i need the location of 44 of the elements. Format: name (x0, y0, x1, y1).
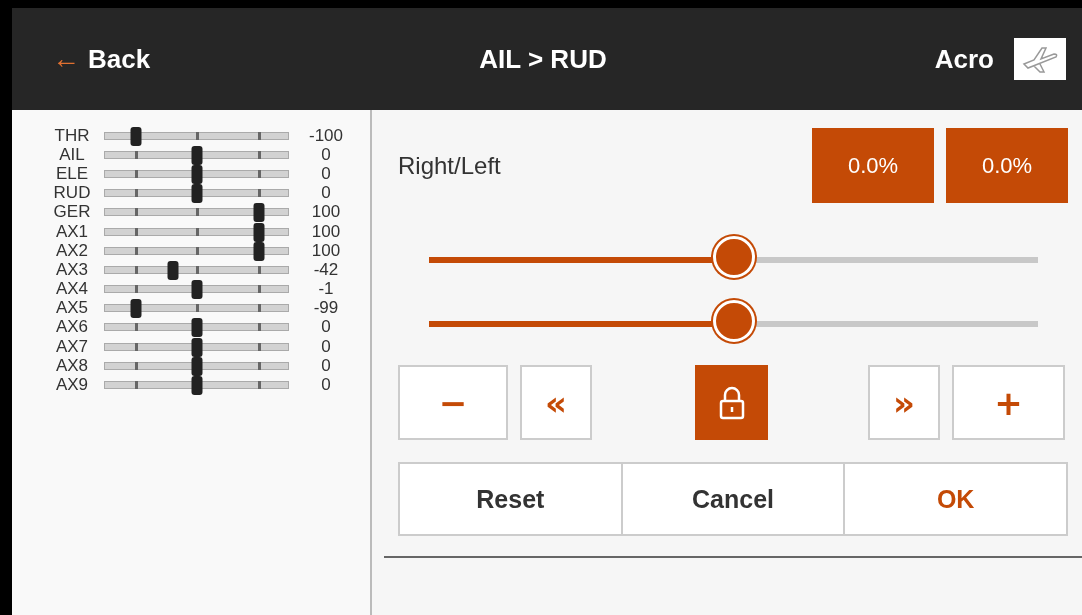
lock-icon (718, 385, 745, 420)
channel-name: AX5 (54, 298, 90, 319)
channel-value: 100 (310, 240, 342, 261)
channel-value: 0 (320, 163, 332, 184)
fast-left-button[interactable]: « (520, 365, 592, 440)
channel-name: ELE (54, 163, 90, 184)
lock-button[interactable] (695, 365, 768, 440)
back-button[interactable]: ← Back (52, 43, 332, 75)
model-button[interactable] (1014, 38, 1066, 80)
channel-value: 0 (320, 355, 332, 376)
channel-value: 100 (310, 221, 342, 242)
value-field[interactable]: 0.0% (946, 128, 1068, 203)
channel-name: AX7 (54, 336, 90, 357)
airplane-icon (1020, 44, 1060, 74)
channel-name: GER (52, 202, 92, 223)
fast-right-button[interactable]: » (868, 365, 940, 440)
slider-handle[interactable] (712, 300, 755, 342)
mode-label: Acro (933, 43, 994, 75)
channel-value: 0 (320, 317, 332, 338)
plus-button[interactable]: + (952, 365, 1065, 440)
channel-value: -42 (312, 259, 340, 280)
channel-value: 0 (320, 144, 332, 165)
channel-value: -99 (312, 298, 340, 319)
minus-button[interactable]: − (398, 365, 508, 440)
channel-value: 0 (320, 375, 332, 396)
channel-name: AX1 (54, 221, 90, 242)
channel-name: AX4 (54, 279, 90, 300)
value-field[interactable]: 0.0% (812, 128, 934, 203)
channel-name: AX6 (54, 317, 90, 338)
channel-value: -100 (308, 125, 344, 146)
channel-name: AX8 (54, 355, 90, 376)
setting-label: Right/Left (398, 151, 502, 180)
channel-name: THR (53, 125, 91, 146)
channel-value: 0 (320, 183, 332, 204)
channel-value: 0 (320, 336, 332, 357)
channel-value: 100 (310, 202, 342, 223)
channel-name: AX2 (54, 240, 90, 261)
channel-value: -1 (317, 279, 335, 300)
channel-name: RUD (52, 183, 92, 204)
screen-title: AIL > RUD (478, 43, 608, 75)
channel-name: AX9 (54, 375, 90, 396)
slider-handle[interactable] (712, 236, 755, 278)
channel-name: AX3 (54, 259, 90, 280)
channel-name: AIL (58, 144, 86, 165)
